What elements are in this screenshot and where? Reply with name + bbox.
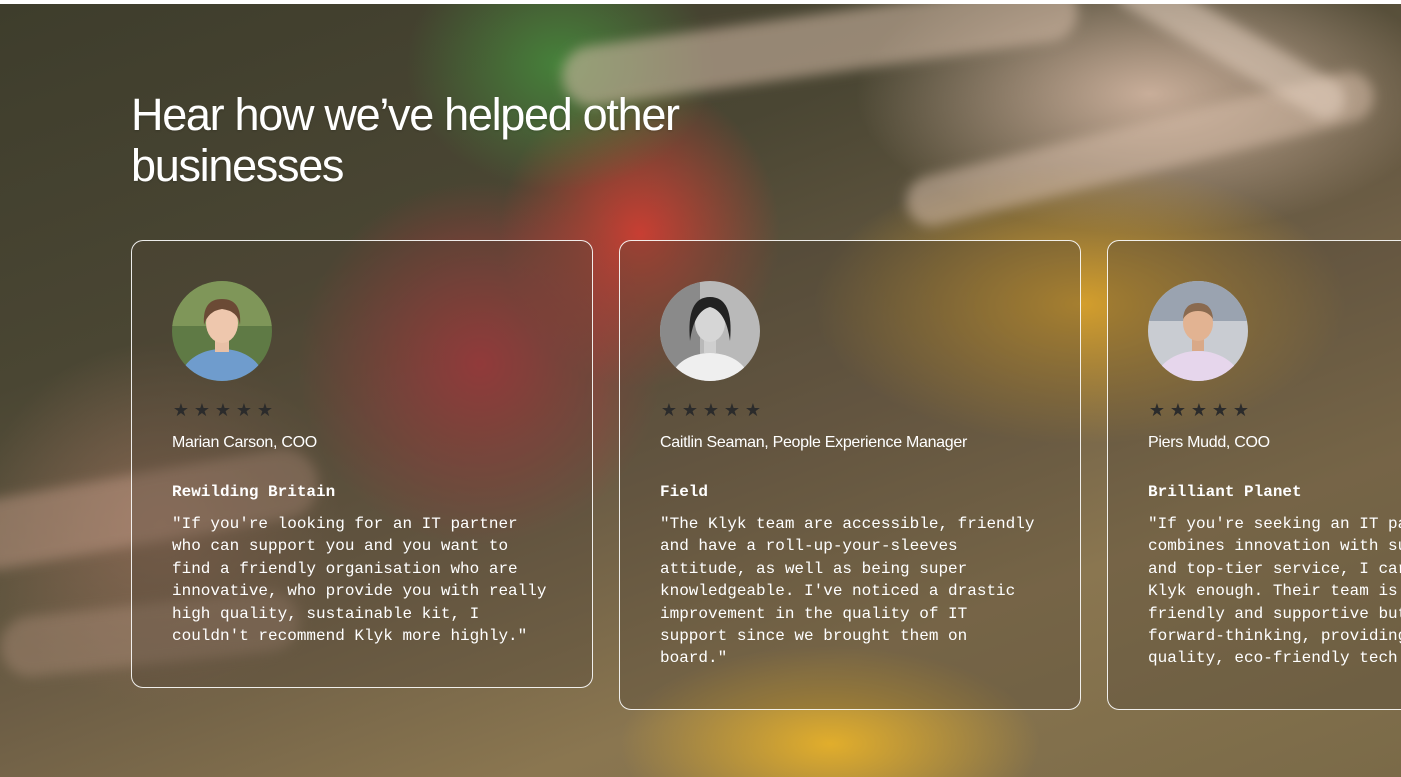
star-icon: ★	[172, 400, 190, 420]
star-icon: ★	[235, 400, 253, 420]
reviewer-name: Piers Mudd, COO	[1148, 434, 1270, 451]
reviewer-name: Caitlin Seaman, People Experience Manage…	[660, 434, 967, 451]
star-icon: ★	[660, 400, 678, 420]
star-icon: ★	[193, 400, 211, 420]
star-icon: ★	[256, 400, 274, 420]
avatar	[660, 281, 760, 381]
star-icon: ★	[1169, 400, 1187, 420]
testimonial-card: ★ ★ ★ ★ ★ Piers Mudd, COO Brilliant Plan…	[1107, 240, 1401, 710]
company-name: Field	[660, 483, 709, 501]
star-rating: ★ ★ ★ ★ ★	[1148, 401, 1250, 419]
star-icon: ★	[1148, 400, 1166, 420]
testimonial-card: ★ ★ ★ ★ ★ Marian Carson, COO Rewilding B…	[131, 240, 593, 688]
testimonial-quote: "If you're looking for an IT partner who…	[172, 515, 547, 646]
section-heading: Hear how we’ve helped other businesses	[131, 89, 680, 191]
testimonial-card: ★ ★ ★ ★ ★ Caitlin Seaman, People Experie…	[619, 240, 1081, 710]
company-name: Rewilding Britain	[172, 483, 336, 501]
avatar	[1148, 281, 1248, 381]
star-icon: ★	[702, 400, 720, 420]
star-rating: ★ ★ ★ ★ ★	[660, 401, 762, 419]
star-icon: ★	[214, 400, 232, 420]
reviewer-name: Marian Carson, COO	[172, 434, 317, 451]
star-icon: ★	[1232, 400, 1250, 420]
star-icon: ★	[1211, 400, 1229, 420]
avatar	[172, 281, 272, 381]
star-icon: ★	[744, 400, 762, 420]
testimonial-quote: "The Klyk team are accessible, friendly …	[660, 515, 1035, 668]
star-icon: ★	[723, 400, 741, 420]
star-icon: ★	[681, 400, 699, 420]
company-name: Brilliant Planet	[1148, 483, 1302, 501]
star-rating: ★ ★ ★ ★ ★	[172, 401, 274, 419]
star-icon: ★	[1190, 400, 1208, 420]
testimonial-quote: "If you're seeking an IT pa combines inn…	[1148, 515, 1401, 668]
